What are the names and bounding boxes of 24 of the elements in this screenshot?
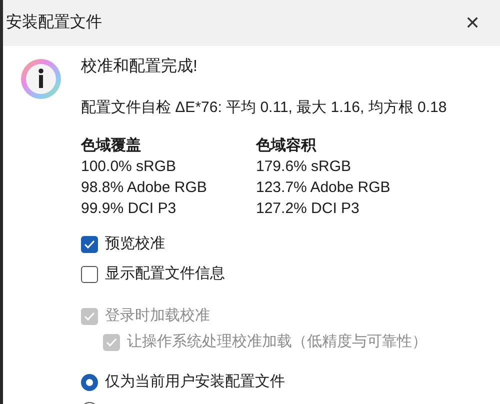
gamut-value: 179.6% sRGB bbox=[256, 156, 352, 176]
gamut-value: 98.8% Adobe RGB bbox=[81, 178, 208, 198]
window-title: 安装配置文件 bbox=[6, 12, 102, 33]
column-heading: 色域覆盖 bbox=[81, 136, 142, 156]
checkbox-label: 预览校准 bbox=[105, 234, 165, 254]
info-icon bbox=[20, 58, 62, 100]
checkbox-label: 显示配置文件信息 bbox=[105, 264, 225, 284]
column-heading: 色域容积 bbox=[256, 136, 318, 156]
checkmark-icon bbox=[84, 312, 95, 321]
checkbox-label: 登录时加载校准 bbox=[105, 306, 210, 326]
gamut-value: 100.0% sRGB bbox=[81, 156, 178, 176]
checkbox[interactable] bbox=[81, 236, 98, 253]
gamut-value: 127.2% DCI P3 bbox=[256, 198, 360, 218]
close-button[interactable]: ✕ bbox=[465, 14, 480, 32]
radio-button[interactable] bbox=[81, 374, 98, 391]
heading: 校准和配置完成! bbox=[81, 56, 198, 77]
radio-label: 仅为当前用户安装配置文件 bbox=[105, 372, 285, 392]
checkmark-icon bbox=[106, 338, 117, 347]
checkbox-label: 让操作系统处理校准加载（低精度与可靠性） bbox=[127, 332, 427, 352]
checkmark-icon bbox=[84, 240, 95, 249]
gamut-value: 123.7% Adobe RGB bbox=[256, 178, 392, 198]
gamut-value: 99.9% DCI P3 bbox=[81, 198, 178, 218]
self-check-text: 配置文件自检 ΔE*76: 平均 0.11, 最大 1.16, 均方根 0.18 bbox=[81, 98, 447, 118]
checkbox[interactable] bbox=[81, 266, 98, 283]
